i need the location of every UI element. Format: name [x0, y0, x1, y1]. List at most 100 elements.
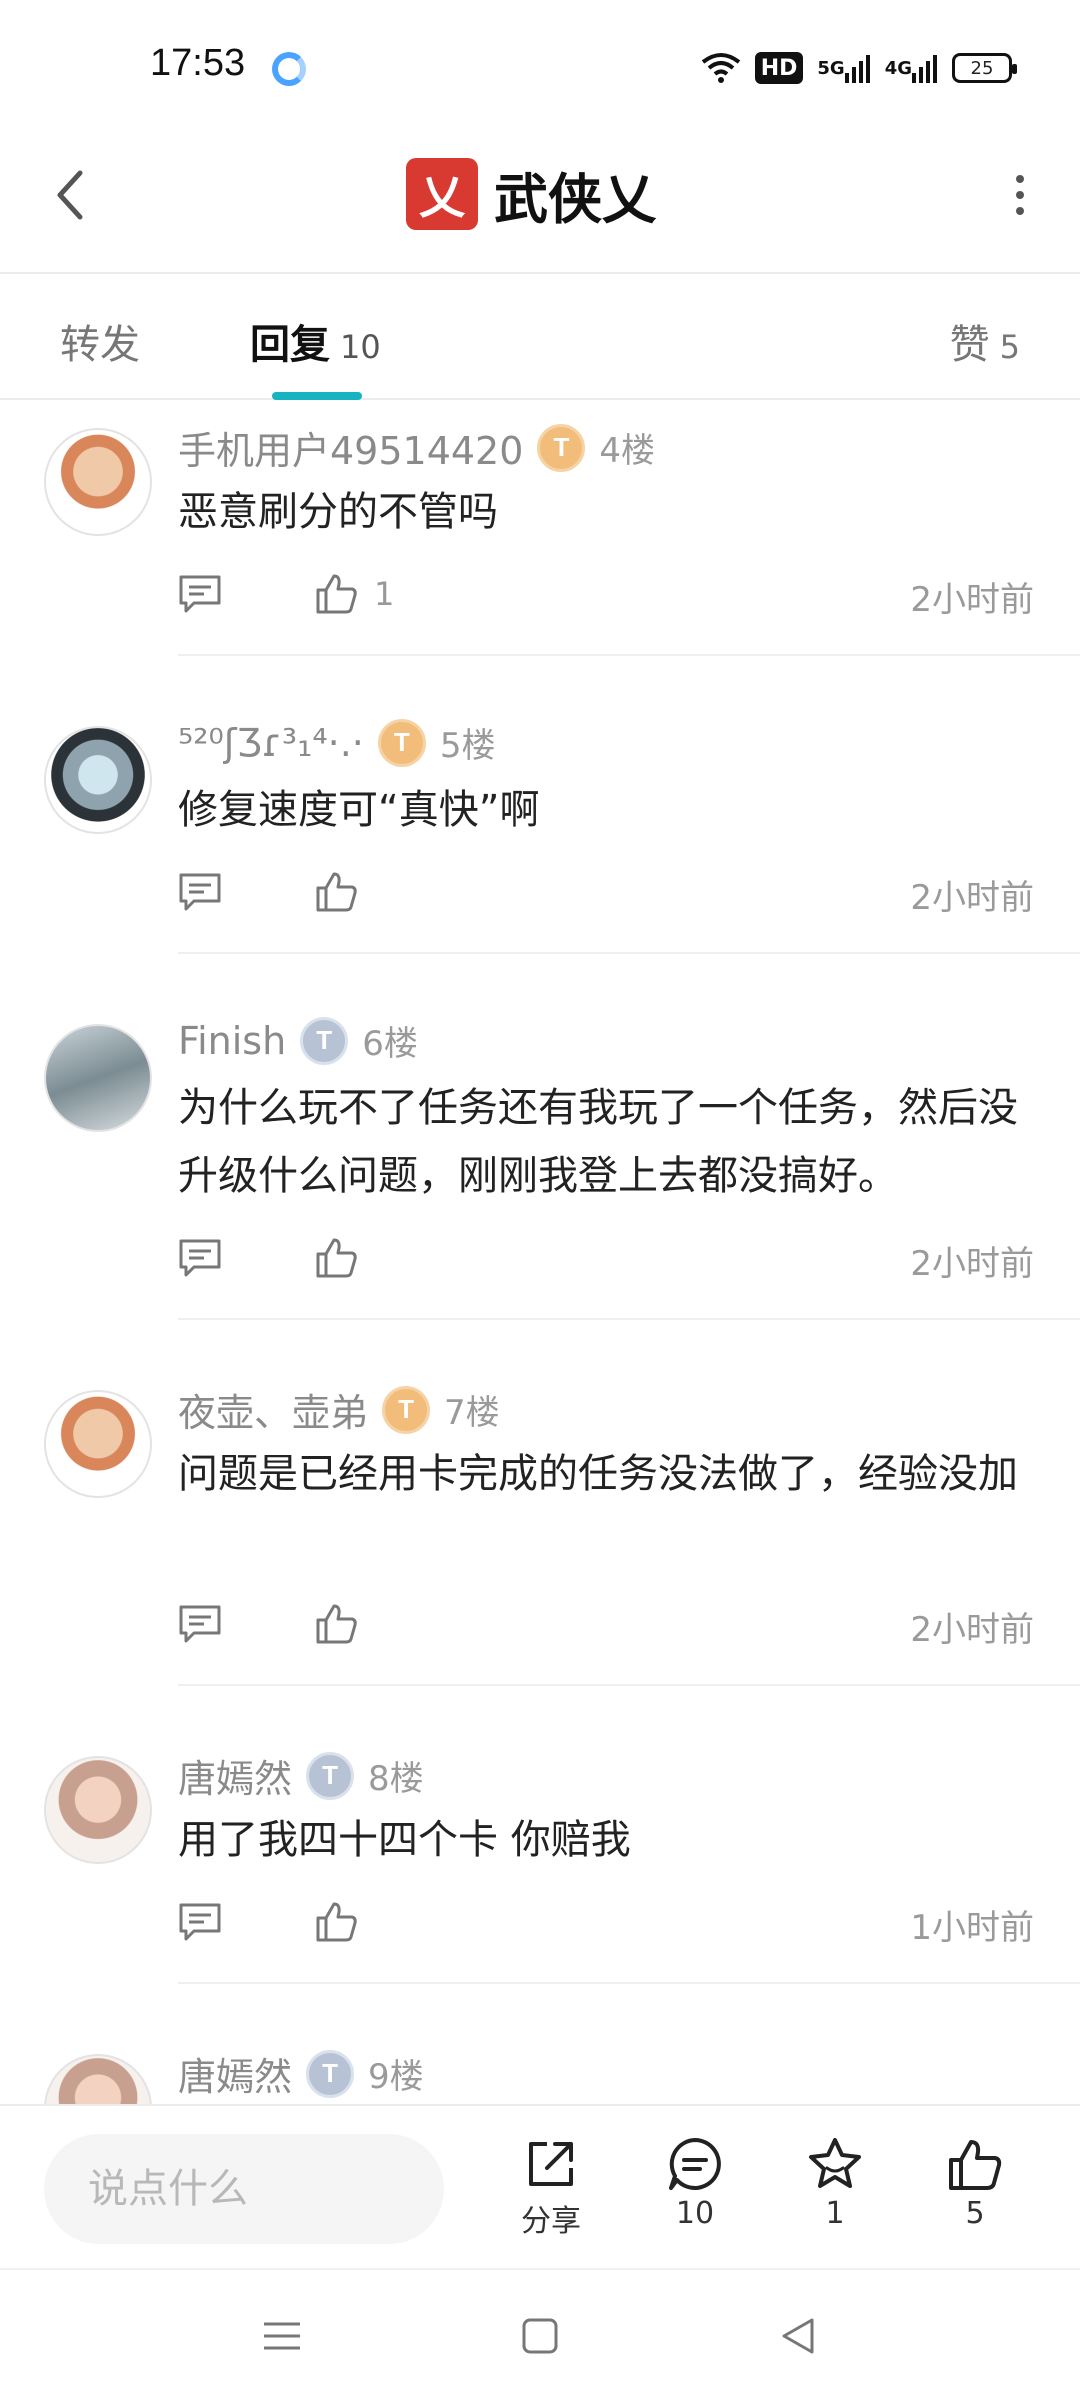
avatar[interactable]: [44, 2054, 152, 2104]
comment-actions: 2小时前: [178, 864, 1038, 924]
share-label: 分享: [521, 2204, 581, 2239]
comment-list: 手机用户49514420 T 4楼 恶意刷分的不管吗 1 2小时前 ⁵²⁰ʃƷɾ…: [0, 400, 1080, 2104]
like-button[interactable]: 1: [314, 570, 394, 618]
menu-icon: [264, 2322, 300, 2350]
like-button[interactable]: [314, 868, 374, 916]
comment-time: 2小时前: [910, 580, 1034, 620]
tab-like[interactable]: 赞 5: [950, 312, 1020, 370]
comment-header: 手机用户49514420 T 4楼: [178, 420, 655, 475]
tab-reply[interactable]: 回复 10: [250, 312, 381, 370]
comment-username[interactable]: Finish: [178, 1019, 286, 1063]
divider: [178, 952, 1080, 954]
like-post-button[interactable]: 5: [920, 2136, 1030, 2246]
comment-username[interactable]: 唐嫣然: [178, 2046, 292, 2101]
dot-icon: [1016, 191, 1024, 199]
comment-input[interactable]: [44, 2134, 444, 2244]
share-icon: [529, 2142, 573, 2186]
level-badge-icon: T: [306, 2049, 355, 2098]
nav-menu-button[interactable]: [252, 2306, 312, 2366]
like-post-count: 5: [965, 2196, 985, 2231]
battery-level: 25: [970, 57, 994, 79]
thumbs-up-icon: [316, 1604, 357, 1644]
reply-icon[interactable]: [178, 872, 222, 912]
reply-icon[interactable]: [178, 1604, 222, 1644]
level-badge-icon: T: [537, 423, 586, 472]
comment-header: 唐嫣然 T 8楼: [178, 1748, 424, 1803]
comment-header: Finish T 6楼: [178, 1016, 418, 1065]
tab-forward[interactable]: 转发: [60, 312, 140, 370]
comment-floor: 9楼: [368, 2057, 424, 2097]
comment-header: 唐嫣然 T 9楼: [178, 2046, 424, 2101]
reply-icon[interactable]: [178, 574, 222, 614]
app-notification-icon: [272, 52, 306, 86]
reply-icon[interactable]: [178, 1238, 222, 1278]
signal-4g-label: 4G: [884, 57, 912, 79]
page-title: 武侠乂: [494, 167, 656, 231]
avatar[interactable]: [44, 428, 152, 536]
thumbs-up-icon: [316, 574, 357, 614]
comment-actions: 2小时前: [178, 1596, 1038, 1656]
back-button[interactable]: [40, 165, 100, 225]
home-square-icon: [522, 2318, 558, 2354]
tab-reply-label: 回复: [250, 322, 330, 368]
tab-bar: 转发 回复 10 赞 5: [0, 276, 1080, 400]
comment-username[interactable]: 夜壶、壶弟: [178, 1382, 368, 1437]
tab-like-count: 5: [999, 328, 1020, 366]
comment-text: 为什么玩不了任务还有我玩了一个任务，然后没升级什么问题，刚刚我登上去都没搞好。: [178, 1085, 1018, 1199]
comment-button[interactable]: 10: [640, 2136, 750, 2246]
thumbs-up-icon: [316, 872, 357, 912]
comment-time: 2小时前: [910, 878, 1034, 918]
thumbs-up-icon: [316, 1238, 357, 1278]
like-button[interactable]: [314, 1600, 374, 1648]
star-icon: [809, 2138, 861, 2188]
divider: [178, 1982, 1080, 1984]
comment-time: 2小时前: [910, 1244, 1034, 1284]
comment-actions: 2小时前: [178, 1230, 1038, 1290]
avatar[interactable]: [44, 1024, 152, 1132]
avatar[interactable]: [44, 1390, 152, 1498]
comment-username[interactable]: 手机用户49514420: [178, 420, 523, 475]
comment-text: 修复速度可“真快”啊: [178, 787, 540, 833]
avatar[interactable]: [44, 1756, 152, 1864]
comment-username[interactable]: ⁵²⁰ʃƷɾ³₁⁴·.·: [178, 721, 364, 765]
comment-floor: 5楼: [439, 726, 496, 766]
level-badge-icon: T: [377, 718, 426, 767]
nav-back-button[interactable]: [768, 2306, 828, 2366]
nav-home-button[interactable]: [510, 2306, 570, 2366]
comment-text: 恶意刷分的不管吗: [178, 489, 498, 535]
app-logo: 乂: [406, 158, 478, 230]
share-button[interactable]: 分享: [496, 2136, 606, 2246]
comment-actions: 1小时前: [178, 1894, 1038, 1954]
tab-forward-label: 转发: [60, 322, 140, 368]
signal-5g-icon: 5G: [817, 49, 870, 87]
favorite-count: 1: [825, 2196, 845, 2231]
comment-username[interactable]: 唐嫣然: [178, 1748, 292, 1803]
tab-active-indicator: [272, 392, 362, 400]
app-title-group: 乂 武侠乂: [406, 154, 656, 234]
status-icons: HD 5G 4G 25: [701, 48, 1017, 88]
thumbs-up-icon: [316, 1902, 357, 1942]
favorite-button[interactable]: 1: [780, 2136, 890, 2246]
signal-5g-label: 5G: [817, 57, 845, 79]
like-button[interactable]: [314, 1234, 374, 1282]
comment-floor: 8楼: [368, 1759, 424, 1799]
like-button[interactable]: [314, 1898, 374, 1946]
divider: [178, 1318, 1080, 1320]
status-bar: 17:53 HD 5G 4G 25: [0, 0, 1080, 120]
comment-bubble-icon: [669, 2138, 721, 2190]
reply-icon[interactable]: [178, 1902, 222, 1942]
comment-text: 问题是已经用卡完成的任务没法做了，经验没加: [178, 1451, 1018, 1497]
system-nav-bar: [0, 2268, 1080, 2400]
tab-like-label: 赞: [949, 322, 990, 368]
comment-floor: 4楼: [599, 431, 656, 471]
comment-floor: 6楼: [362, 1024, 418, 1064]
back-triangle-icon: [782, 2318, 814, 2354]
divider: [178, 654, 1080, 656]
like-count: 1: [374, 575, 395, 613]
dot-icon: [1016, 175, 1024, 183]
more-options-button[interactable]: [990, 165, 1050, 225]
tab-reply-count: 10: [340, 328, 381, 366]
avatar[interactable]: [44, 726, 152, 834]
comment-header: ⁵²⁰ʃƷɾ³₁⁴·.· T 5楼: [178, 718, 496, 767]
comment-count: 10: [675, 2196, 715, 2231]
